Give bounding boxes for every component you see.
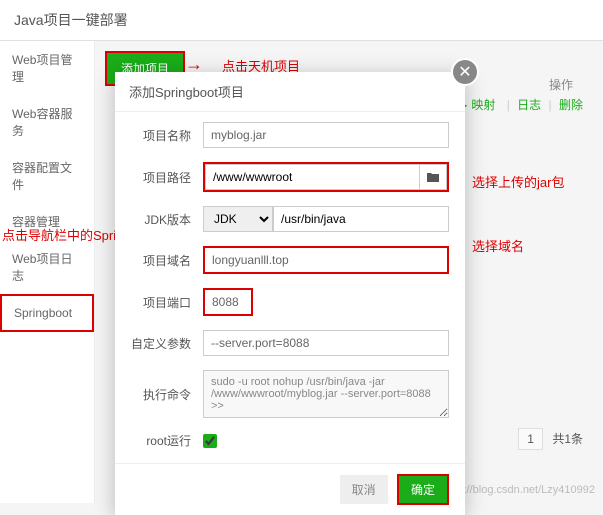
folder-icon[interactable] xyxy=(419,164,447,190)
sidebar-item-springboot[interactable]: Springboot xyxy=(0,294,94,332)
label-custom: 自定义参数 xyxy=(131,335,191,352)
label-domain: 项目域名 xyxy=(131,252,191,269)
page-title: Java项目一键部署 xyxy=(0,0,603,41)
project-name-input[interactable] xyxy=(203,122,449,148)
page-number[interactable]: 1 xyxy=(518,428,543,450)
label-jdk: JDK版本 xyxy=(131,211,191,228)
ops-column-header: 操作 xyxy=(549,76,573,93)
op-delete-link[interactable]: 删除 xyxy=(559,98,583,112)
op-log-link[interactable]: 日志 xyxy=(517,98,541,112)
confirm-button[interactable]: 确定 xyxy=(397,474,449,505)
root-run-checkbox[interactable] xyxy=(203,434,217,448)
jdk-path-input[interactable] xyxy=(273,206,449,232)
pager: 1 共1条 xyxy=(518,428,583,450)
sidebar-item-container-config[interactable]: 容器配置文件 xyxy=(0,149,94,203)
sidebar: Web项目管理 Web容器服务 容器配置文件 容器管理 Web项目日志 Spri… xyxy=(0,41,95,503)
separator: | xyxy=(507,98,510,112)
annotation-jar: 选择上传的jar包 xyxy=(472,172,564,191)
project-path-input[interactable] xyxy=(205,164,419,190)
project-domain-input[interactable] xyxy=(203,246,449,274)
custom-args-input[interactable] xyxy=(203,330,449,356)
sidebar-item-web-log[interactable]: Web项目日志 xyxy=(0,240,94,294)
exec-cmd-textarea[interactable]: sudo -u root nohup /usr/bin/java -jar /w… xyxy=(203,370,449,418)
label-port: 项目端口 xyxy=(131,294,191,311)
ops-row: 映射 | 日志 | 删除 xyxy=(458,96,583,113)
sidebar-item-web-container[interactable]: Web容器服务 xyxy=(0,95,94,149)
page-total: 共1条 xyxy=(552,432,583,446)
label-cmd: 执行命令 xyxy=(131,386,191,403)
label-path: 项目路径 xyxy=(131,169,191,186)
modal: ✕ 添加Springboot项目 项目名称 项目路径 JDK版本 JDK xyxy=(115,72,465,515)
sidebar-item-web-project[interactable]: Web项目管理 xyxy=(0,41,94,95)
jdk-select[interactable]: JDK xyxy=(203,206,273,232)
separator: | xyxy=(549,98,552,112)
label-name: 项目名称 xyxy=(131,127,191,144)
annotation-domain: 选择域名 xyxy=(472,236,524,255)
label-root: root运行 xyxy=(131,432,191,449)
project-port-input[interactable] xyxy=(203,288,253,316)
close-icon[interactable]: ✕ xyxy=(451,58,479,86)
modal-title: 添加Springboot项目 xyxy=(115,72,465,112)
